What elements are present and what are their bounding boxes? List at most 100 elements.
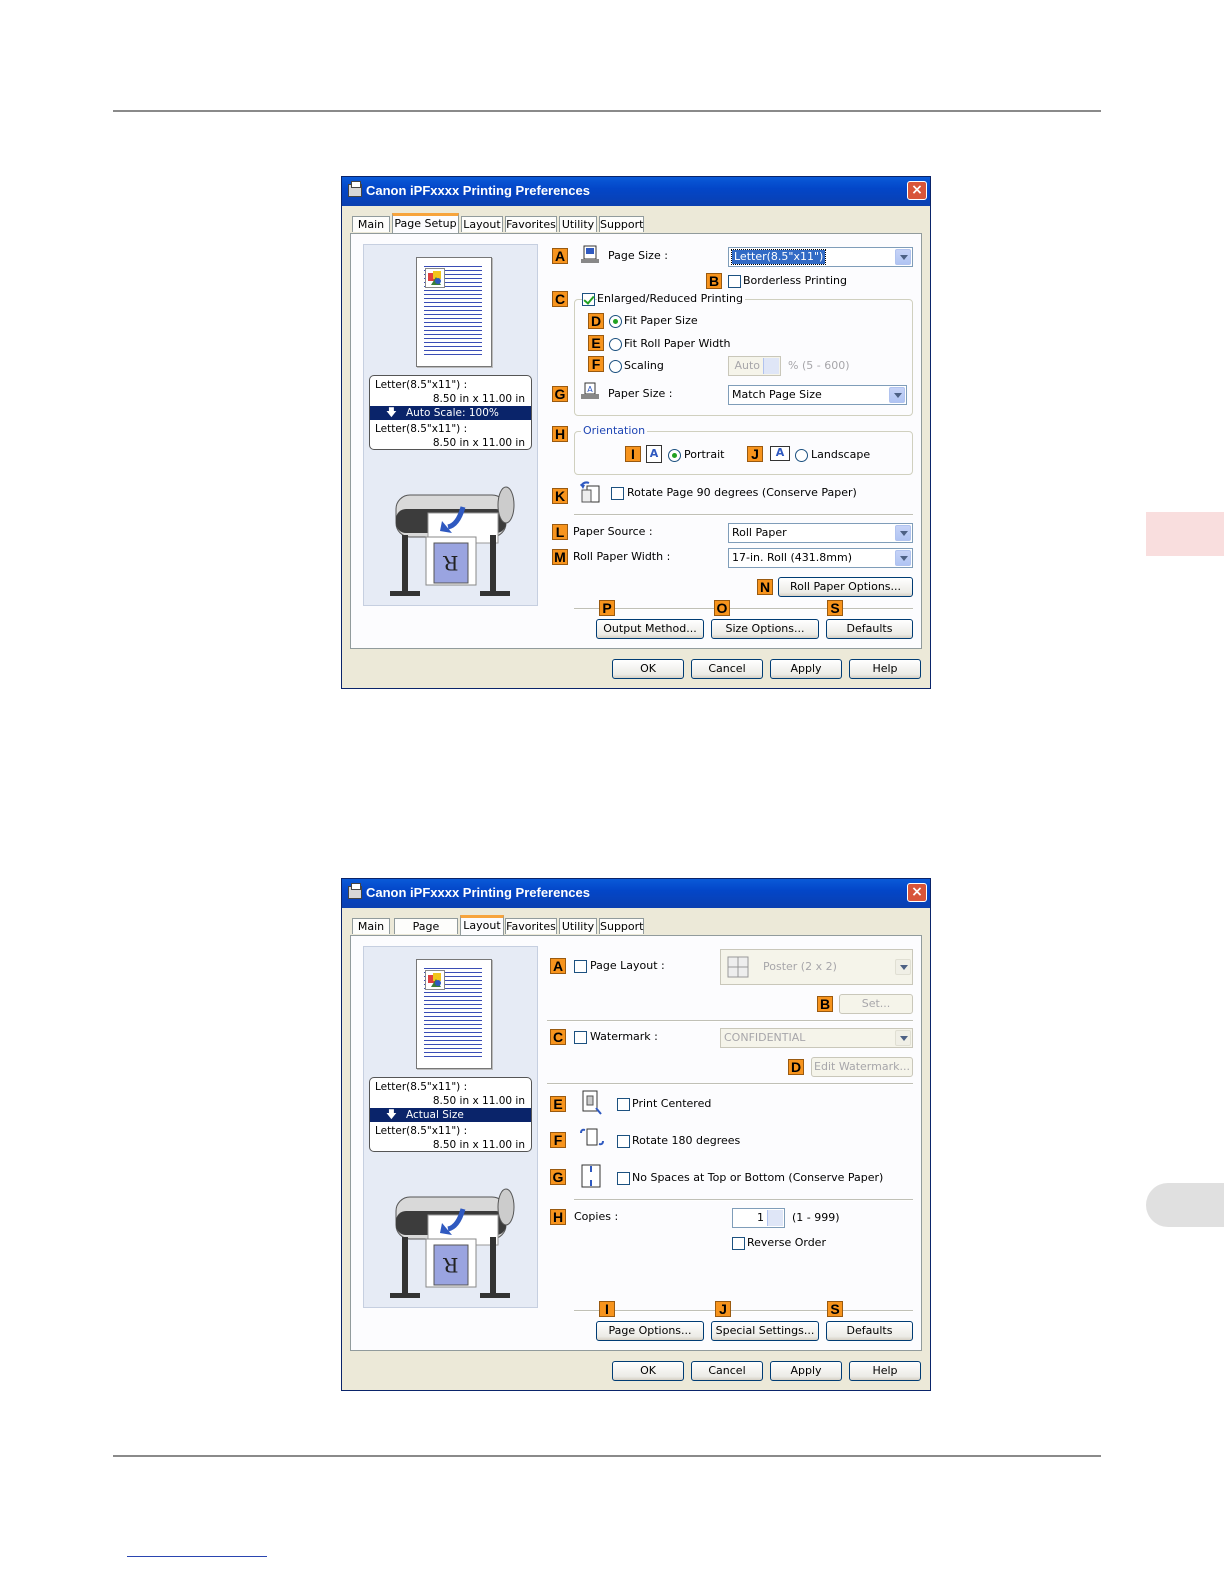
output-size-dimensions: 8.50 in x 11.00 in <box>432 437 525 449</box>
paper-size-label: Paper Size : <box>608 387 673 400</box>
tab-favorites[interactable]: Favorites <box>505 216 557 232</box>
page-layout-select[interactable]: Poster (2 x 2) <box>720 949 913 985</box>
defaults-button[interactable]: Defaults <box>826 619 913 639</box>
help-button[interactable]: Help <box>849 659 921 679</box>
no-spaces-label: No Spaces at Top or Bottom (Conserve Pap… <box>632 1171 884 1184</box>
enlarged-reduced-checkbox[interactable] <box>582 293 595 306</box>
fit-paper-size-radio[interactable] <box>609 315 622 328</box>
output-size-dimensions: 8.50 in x 11.00 in <box>432 1139 525 1151</box>
scaling-label: Scaling <box>624 359 664 372</box>
original-size-dimensions: 8.50 in x 11.00 in <box>432 393 525 405</box>
paper-source-label: Paper Source : <box>573 525 653 538</box>
tab-utility[interactable]: Utility <box>559 216 597 232</box>
paper-source-select[interactable]: Roll Paper <box>728 523 913 543</box>
spin-arrows-icon[interactable] <box>767 1210 783 1226</box>
close-button[interactable]: × <box>907 181 927 200</box>
page-size-value: Letter(8.5"x11") <box>730 249 827 265</box>
callout-j: J <box>715 1301 731 1317</box>
header-rule <box>113 110 1101 112</box>
callout-p: P <box>599 600 615 616</box>
apply-button[interactable]: Apply <box>770 659 842 679</box>
tab-layout[interactable]: Layout <box>460 915 504 935</box>
title-bar: Canon iPFxxxx Printing Preferences × <box>342 177 930 206</box>
ok-button[interactable]: OK <box>612 659 684 679</box>
image-thumbnail-icon <box>425 268 445 288</box>
tab-main[interactable]: Main <box>352 216 390 232</box>
callout-c: C <box>550 1029 566 1045</box>
size-options-button[interactable]: Size Options... <box>711 619 819 639</box>
fit-roll-paper-width-label: Fit Roll Paper Width <box>624 337 731 350</box>
no-spaces-checkbox[interactable] <box>617 1172 630 1185</box>
paper-size-value: Match Page Size <box>732 388 822 401</box>
callout-f: F <box>550 1132 566 1148</box>
copies-label: Copies : <box>574 1210 619 1223</box>
page-options-button[interactable]: Page Options... <box>596 1321 704 1341</box>
defaults-button[interactable]: Defaults <box>826 1321 913 1341</box>
tab-layout[interactable]: Layout <box>461 216 503 232</box>
reverse-order-checkbox[interactable] <box>732 1237 745 1250</box>
page-layout-checkbox[interactable] <box>574 960 587 973</box>
watermark-select[interactable]: CONFIDENTIAL <box>720 1028 913 1048</box>
svg-text:A: A <box>587 385 593 394</box>
page-size-label: Page Size : <box>608 249 668 262</box>
scaling-spinner[interactable]: Auto <box>728 356 781 376</box>
chevron-down-icon[interactable] <box>895 550 911 566</box>
borderless-printing-checkbox[interactable] <box>728 275 741 288</box>
roll-paper-width-select[interactable]: 17-in. Roll (431.8mm) <box>728 548 913 568</box>
special-settings-button[interactable]: Special Settings... <box>711 1321 819 1341</box>
chevron-down-icon[interactable] <box>895 959 911 975</box>
callout-a: A <box>550 958 566 974</box>
paper-size-select[interactable]: Match Page Size <box>728 385 907 405</box>
portrait-radio[interactable] <box>668 449 681 462</box>
page-layout-label: Page Layout : <box>590 959 665 972</box>
output-method-button[interactable]: Output Method... <box>596 619 704 639</box>
size-info-box: Letter(8.5"x11") : 8.50 in x 11.00 in 🡇 … <box>369 1077 532 1152</box>
cancel-button[interactable]: Cancel <box>691 1361 763 1381</box>
copies-spinner[interactable]: 1 <box>732 1208 785 1228</box>
separator <box>574 1310 913 1312</box>
rotate-180-label: Rotate 180 degrees <box>632 1134 741 1147</box>
chevron-down-icon[interactable] <box>895 249 911 265</box>
cancel-button[interactable]: Cancel <box>691 659 763 679</box>
chevron-down-icon[interactable] <box>895 525 911 541</box>
tab-support[interactable]: Support <box>599 216 644 232</box>
original-size-label: Letter(8.5"x11") : <box>375 1081 468 1093</box>
ok-button[interactable]: OK <box>612 1361 684 1381</box>
tab-main[interactable]: Main <box>352 918 390 934</box>
chapter-edge-tab <box>1146 512 1224 556</box>
rotate-180-checkbox[interactable] <box>617 1135 630 1148</box>
apply-button[interactable]: Apply <box>770 1361 842 1381</box>
rotate-page-checkbox[interactable] <box>611 487 624 500</box>
scaling-radio[interactable] <box>609 360 622 373</box>
tab-favorites[interactable]: Favorites <box>505 918 557 934</box>
watermark-checkbox[interactable] <box>574 1031 587 1044</box>
fit-roll-paper-width-radio[interactable] <box>609 338 622 351</box>
tab-utility[interactable]: Utility <box>559 918 597 934</box>
print-centered-checkbox[interactable] <box>617 1098 630 1111</box>
set-button[interactable]: Set... <box>839 994 913 1014</box>
roll-paper-width-label: Roll Paper Width : <box>573 550 671 563</box>
tab-support[interactable]: Support <box>599 918 644 934</box>
paper-source-value: Roll Paper <box>732 526 787 539</box>
spin-arrows-icon[interactable] <box>763 358 779 374</box>
tab-page-setup[interactable]: Page Setup <box>394 918 458 949</box>
chevron-down-icon[interactable] <box>895 1030 911 1046</box>
callout-d: D <box>588 313 604 329</box>
edit-watermark-button[interactable]: Edit Watermark... <box>811 1057 913 1077</box>
help-button[interactable]: Help <box>849 1361 921 1381</box>
roll-paper-options-button[interactable]: Roll Paper Options... <box>778 577 913 597</box>
rotate-180-icon <box>577 1127 607 1149</box>
landscape-radio[interactable] <box>795 449 808 462</box>
callout-s: S <box>827 1301 843 1317</box>
tab-page-setup[interactable]: Page Setup <box>392 213 459 233</box>
footer-link-underline[interactable] <box>127 1556 267 1557</box>
footer-rule <box>113 1455 1101 1457</box>
poster-layout-icon <box>727 956 749 978</box>
original-size-label: Letter(8.5"x11") : <box>375 379 468 391</box>
page-size-select[interactable]: Letter(8.5"x11") <box>728 247 913 267</box>
callout-n: N <box>757 579 773 595</box>
landscape-icon: A <box>770 446 790 461</box>
fit-paper-size-label: Fit Paper Size <box>624 314 698 327</box>
close-button[interactable]: × <box>907 883 927 902</box>
chevron-down-icon[interactable] <box>889 387 905 403</box>
